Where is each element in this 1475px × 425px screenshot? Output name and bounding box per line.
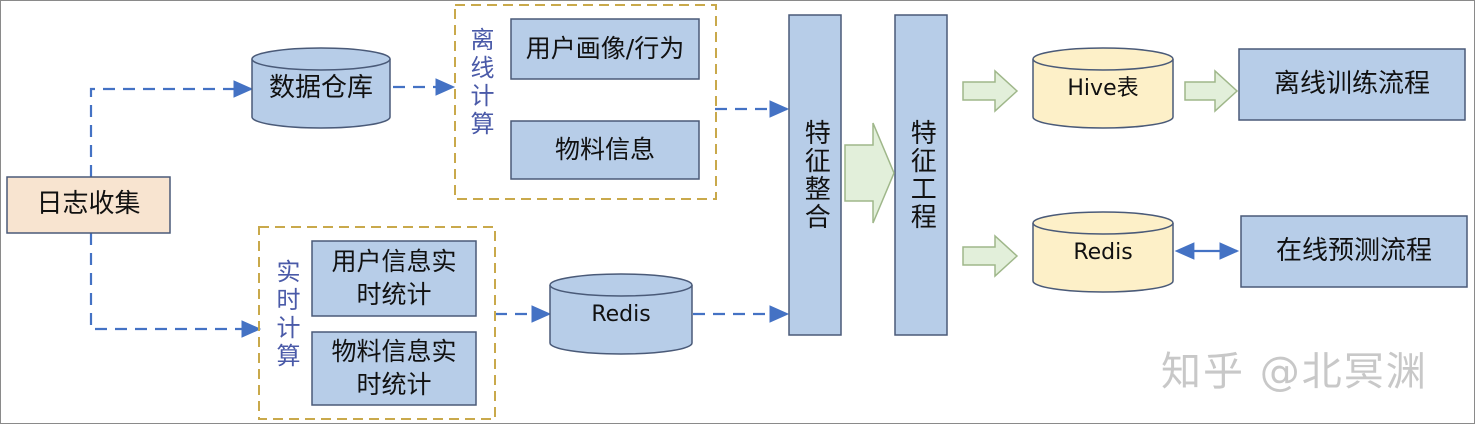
realtime-group-label: 实时计算 [272, 259, 300, 371]
block-arrow-eng-to-redis [962, 234, 1019, 278]
block-arrow-hive-to-train [1184, 69, 1239, 113]
redis-mid-label: Redis [591, 301, 651, 327]
log-collect-label: 日志收集 [36, 189, 141, 220]
offline-train-label: 离线训练流程 [1273, 68, 1430, 99]
feature-merge-label: 特征整合 [800, 119, 831, 231]
block-arrow-eng-to-hive [962, 69, 1019, 113]
connector-log-to-realtime [89, 233, 262, 338]
item-info-label: 物料信息 [554, 134, 655, 164]
item-realtime-label: 物料信息实时统计 [331, 337, 457, 399]
block-arrow-merge-to-eng [844, 122, 895, 224]
architecture-diagram: 日志收集 数据仓库 离线计算 用户画像/行为 物料信息 实时计算 用户信息实时统… [0, 0, 1475, 424]
redis-right-label: Redis [1073, 239, 1133, 265]
connector-log-to-warehouse [89, 80, 254, 177]
user-realtime-label: 用户信息实时统计 [331, 247, 457, 309]
offline-group-label: 离线计算 [466, 27, 494, 139]
user-profile-label: 用户画像/行为 [525, 33, 685, 63]
online-predict-label: 在线预测流程 [1275, 235, 1432, 266]
data-warehouse-label: 数据仓库 [268, 73, 373, 104]
feature-eng-label: 特征工程 [906, 119, 937, 231]
hive-label: Hive表 [1067, 75, 1139, 101]
watermark-text: 知乎 @北冥渊 [1161, 349, 1428, 395]
